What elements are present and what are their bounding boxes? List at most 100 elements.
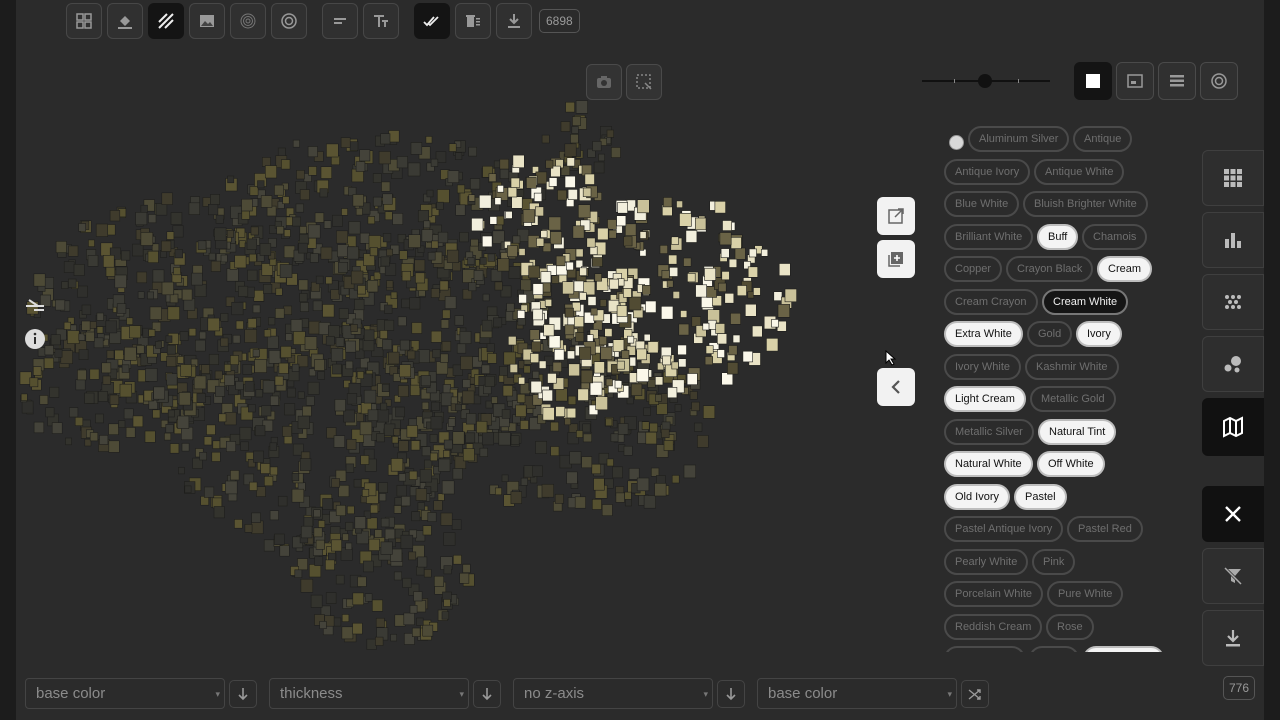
hatch-pattern-button[interactable] bbox=[148, 3, 184, 39]
collapse-panel-button[interactable] bbox=[877, 368, 915, 406]
info-button[interactable] bbox=[22, 326, 48, 352]
color-chip[interactable]: Copper bbox=[944, 256, 1003, 282]
paint-bucket-button[interactable] bbox=[107, 3, 143, 39]
color-chip[interactable]: Snow White bbox=[1083, 646, 1164, 652]
voxel bbox=[254, 359, 267, 373]
color-chip[interactable]: Blue White bbox=[944, 191, 1020, 217]
voxel bbox=[69, 407, 79, 418]
image-button[interactable] bbox=[189, 3, 225, 39]
map-mode-button[interactable] bbox=[1202, 398, 1264, 456]
target-view-button[interactable] bbox=[1200, 62, 1238, 100]
color-chip[interactable]: Silver bbox=[1029, 646, 1079, 652]
list-view-button[interactable] bbox=[1158, 62, 1196, 100]
color-chip[interactable]: Metallic Silver bbox=[944, 418, 1034, 445]
sort-direction-button-2[interactable] bbox=[473, 679, 501, 708]
color-chip[interactable]: Antique Ivory bbox=[944, 158, 1031, 185]
color-chip[interactable]: Antique White bbox=[1034, 158, 1125, 185]
voxel bbox=[260, 195, 273, 208]
color-chip[interactable]: Ivory bbox=[1076, 321, 1122, 347]
color-chip[interactable]: Natural White bbox=[944, 451, 1033, 477]
color-chip[interactable]: Light Cream bbox=[944, 386, 1026, 412]
frame-view-button[interactable] bbox=[1116, 62, 1154, 100]
color-chip[interactable]: Porcelain White bbox=[944, 581, 1044, 607]
voxel bbox=[235, 320, 244, 330]
voxel bbox=[548, 216, 562, 231]
voxel bbox=[357, 285, 366, 295]
color-chip[interactable]: Brilliant White bbox=[944, 223, 1034, 250]
color-chip[interactable]: Cream White bbox=[1042, 288, 1129, 315]
color-chip[interactable]: Metallic Gold bbox=[1030, 386, 1116, 412]
color-chip[interactable]: Chamois bbox=[1082, 223, 1148, 250]
slider-thumb[interactable] bbox=[978, 74, 992, 88]
color-chip[interactable]: Extra White bbox=[944, 321, 1023, 347]
delete-list-button[interactable] bbox=[455, 3, 491, 39]
voxel bbox=[476, 420, 488, 434]
voxel bbox=[54, 348, 63, 358]
grid-view-button[interactable] bbox=[66, 3, 102, 39]
color-chip[interactable]: Crayon Black bbox=[1006, 256, 1094, 282]
download-button[interactable] bbox=[496, 3, 532, 39]
size-by-select[interactable]: thickness ▾ bbox=[269, 678, 469, 709]
color-chip[interactable]: Cream bbox=[1097, 256, 1153, 282]
voxel bbox=[232, 334, 241, 344]
color-chip[interactable]: Pastel Red bbox=[1067, 516, 1143, 542]
color-by-select[interactable]: base color ▾ bbox=[25, 678, 225, 709]
z-axis-select[interactable]: no z-axis ▾ bbox=[513, 678, 713, 709]
color-chip[interactable]: Royal White bbox=[944, 646, 1026, 652]
bubble-mode-button[interactable] bbox=[1202, 336, 1264, 392]
voxel bbox=[78, 349, 89, 360]
double-check-button[interactable] bbox=[414, 3, 450, 39]
voxel bbox=[188, 328, 197, 337]
color-chip[interactable]: Reddish Cream bbox=[944, 613, 1043, 640]
voxel bbox=[145, 368, 158, 382]
clear-filter-button[interactable] bbox=[1202, 548, 1264, 604]
close-button[interactable] bbox=[1202, 486, 1264, 542]
voxel bbox=[433, 500, 443, 511]
color-chip[interactable]: Aluminum Silver bbox=[968, 126, 1070, 152]
screenshot-button[interactable] bbox=[586, 64, 622, 100]
scatter-mode-button[interactable] bbox=[1202, 274, 1264, 330]
color-chip[interactable]: Pure White bbox=[1047, 581, 1124, 607]
color-chip[interactable]: Pastel Antique Ivory bbox=[944, 516, 1064, 542]
group-by-select[interactable]: base color ▾ bbox=[757, 678, 957, 709]
select-area-button[interactable] bbox=[626, 64, 662, 100]
color-chip[interactable]: Buff bbox=[1037, 223, 1079, 250]
grid-mode-button[interactable] bbox=[1202, 150, 1264, 206]
shuffle-button[interactable] bbox=[961, 679, 989, 708]
color-chip[interactable]: Off White bbox=[1037, 451, 1105, 477]
fingerprint-button[interactable] bbox=[230, 3, 266, 39]
color-chip[interactable]: Pastel bbox=[1014, 483, 1067, 510]
voxel bbox=[108, 440, 120, 453]
export-button[interactable] bbox=[1202, 610, 1264, 666]
open-external-button[interactable] bbox=[877, 197, 915, 235]
color-chip[interactable]: Pink bbox=[1032, 548, 1076, 575]
voxel bbox=[397, 385, 409, 397]
color-chip[interactable]: Gold bbox=[1027, 321, 1073, 347]
color-chip[interactable]: Kashmir White bbox=[1025, 353, 1119, 380]
bar-chart-mode-button[interactable] bbox=[1202, 212, 1264, 268]
size-slider[interactable] bbox=[922, 74, 1050, 88]
sort-direction-button-1[interactable] bbox=[229, 679, 257, 708]
color-chip[interactable]: Natural Tint bbox=[1038, 418, 1117, 445]
voxel bbox=[637, 199, 650, 214]
sort-direction-button-3[interactable] bbox=[717, 679, 745, 708]
color-chip[interactable]: Rose bbox=[1046, 613, 1094, 640]
color-chip[interactable]: Cream Crayon bbox=[944, 288, 1038, 315]
add-layer-button[interactable] bbox=[877, 240, 915, 278]
color-chip[interactable]: Bluish Brighter White bbox=[1023, 191, 1148, 217]
text-size-button[interactable] bbox=[363, 3, 399, 39]
voxel bbox=[669, 267, 679, 277]
airplane-button[interactable] bbox=[22, 290, 48, 316]
color-chip[interactable]: Old Ivory bbox=[944, 483, 1011, 510]
target-button[interactable] bbox=[271, 3, 307, 39]
voxel bbox=[616, 360, 625, 370]
color-chip[interactable]: Ivory White bbox=[944, 353, 1022, 380]
voxel bbox=[224, 374, 235, 386]
voxel bbox=[74, 416, 84, 426]
square-view-button[interactable] bbox=[1074, 62, 1112, 100]
color-chip[interactable]: Antique bbox=[1073, 126, 1133, 152]
3d-viewport[interactable] bbox=[16, 40, 916, 660]
align-button[interactable] bbox=[322, 3, 358, 39]
color-chip[interactable]: Pearly White bbox=[944, 548, 1029, 575]
voxel bbox=[121, 250, 131, 261]
